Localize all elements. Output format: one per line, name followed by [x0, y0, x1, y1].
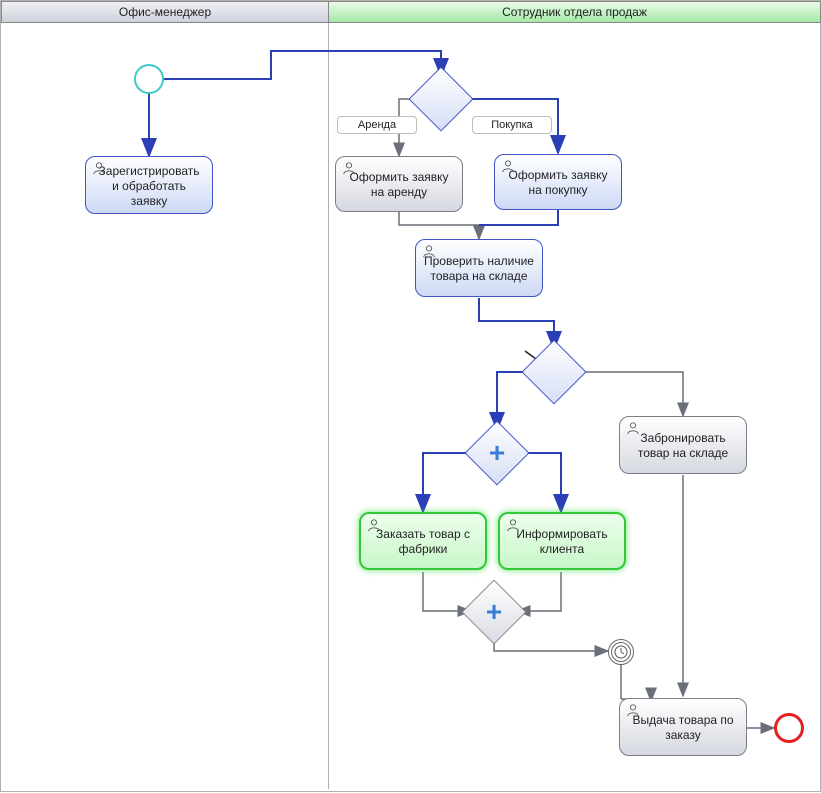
diagram-canvas: Офис-менеджер Сотрудник отдела продаж	[0, 0, 821, 792]
task-register: Зарегистрировать и обработать заявку	[85, 156, 213, 214]
task-delivery: Выдача товара по заказу	[619, 698, 747, 756]
start-event	[134, 64, 164, 94]
task-label: Зарегистрировать и обработать заявку	[94, 164, 204, 209]
task-label: Выдача товара по заказу	[628, 713, 738, 743]
task-label: Проверить наличие товара на складе	[424, 254, 534, 284]
flow-parallel-order	[423, 453, 474, 512]
task-label: Оформить заявку на покупку	[503, 168, 613, 198]
timer-event	[608, 639, 634, 665]
lane-header-office: Офис-менеджер	[1, 1, 328, 23]
user-icon	[501, 159, 515, 173]
lane-divider	[328, 23, 329, 789]
gateway-decision-2	[531, 349, 577, 395]
plus-icon: +	[474, 430, 520, 476]
flow-parallel-inform	[520, 453, 561, 512]
user-icon	[342, 161, 356, 175]
clock-icon	[614, 645, 628, 659]
gateway-decision-1	[418, 76, 464, 122]
end-event	[774, 713, 804, 743]
task-rent: Оформить заявку на аренду	[335, 156, 463, 212]
task-label: Забронировать товар на складе	[628, 431, 738, 461]
task-label: Оформить заявку на аренду	[344, 170, 454, 200]
flow-order-join	[423, 572, 471, 611]
task-stock: Проверить наличие товара на складе	[415, 239, 543, 297]
user-icon	[422, 244, 436, 258]
flow-inform-join	[517, 572, 561, 611]
user-icon	[626, 421, 640, 435]
flow-gateway2-parallel	[497, 372, 531, 430]
task-label: Заказать товар с фабрики	[369, 527, 477, 557]
flow-gateway2-reserve	[577, 372, 683, 416]
plus-icon: +	[471, 589, 517, 635]
task-label: Информировать клиента	[508, 527, 616, 557]
task-purchase: Оформить заявку на покупку	[494, 154, 622, 210]
gateway-parallel-join: +	[471, 589, 517, 635]
flow-start-gateway1	[164, 51, 441, 79]
gateway-parallel-split: +	[474, 430, 520, 476]
flow-rent-stock	[399, 212, 479, 239]
flow-label-rent: Аренда	[337, 116, 417, 134]
flow-purchase-stock	[479, 210, 558, 225]
user-icon	[92, 161, 106, 175]
task-reserve: Забронировать товар на складе	[619, 416, 747, 474]
user-icon	[367, 518, 381, 532]
user-icon	[506, 518, 520, 532]
task-order: Заказать товар с фабрики	[359, 512, 487, 570]
task-inform: Информировать клиента	[498, 512, 626, 570]
flow-label-purchase: Покупка	[472, 116, 552, 134]
flow-join-timer	[494, 634, 608, 651]
flow-stock-gateway2	[479, 298, 554, 349]
lane-header-sales: Сотрудник отдела продаж	[328, 1, 821, 23]
user-icon	[626, 703, 640, 717]
